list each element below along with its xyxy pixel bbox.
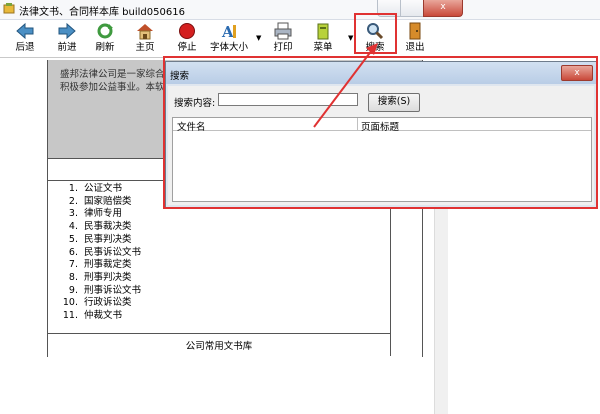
toc-item[interactable]: 11. 仲裁文书 xyxy=(58,310,141,323)
toc-number: 8. xyxy=(68,271,78,283)
stop-button[interactable]: 停止 xyxy=(170,20,204,56)
toc-number: 6. xyxy=(68,246,78,258)
toc-item[interactable]: 2. 国家赔偿类 xyxy=(58,196,141,209)
toc-item[interactable]: 10. 行政诉讼类 xyxy=(58,297,141,310)
toc-item[interactable]: 4. 民事裁决类 xyxy=(58,221,141,234)
exit-door-icon xyxy=(409,22,421,40)
back-button[interactable]: 后退 xyxy=(8,20,42,56)
home-icon xyxy=(137,24,153,40)
maximize-button[interactable] xyxy=(400,0,424,17)
toc-label: 国家赔偿类 xyxy=(84,195,132,207)
toc-item[interactable]: 6. 民事诉讼文书 xyxy=(58,247,141,260)
exit-label: 退出 xyxy=(405,42,425,53)
stop-icon xyxy=(179,23,195,39)
toc-item[interactable]: 9. 刑事诉讼文书 xyxy=(58,285,141,298)
toc-label: 律师专用 xyxy=(84,208,123,220)
print-label: 打印 xyxy=(273,42,293,53)
toc-label: 刑事裁定类 xyxy=(84,259,132,271)
toc-label: 民事诉讼文书 xyxy=(84,246,142,258)
back-label: 后退 xyxy=(15,42,35,53)
toolbar: 后退 前进 刷新 主页 停止 A 字体大小 ▼ 打印 菜单 ▼ 搜索 退出 xyxy=(0,20,600,56)
stop-label: 停止 xyxy=(177,42,197,53)
menu-label: 菜单 xyxy=(313,42,333,53)
back-arrow-icon xyxy=(16,22,34,40)
toc-item[interactable]: 1. 公证文书 xyxy=(58,183,141,196)
menu-button[interactable]: 菜单 xyxy=(306,20,340,56)
toc-number: 5. xyxy=(68,233,78,245)
document-footer: 公司常用文书库 xyxy=(48,332,391,356)
toc-label: 行政诉讼类 xyxy=(84,297,132,309)
home-button[interactable]: 主页 xyxy=(128,20,162,56)
toc-label: 公证文书 xyxy=(84,183,123,194)
toc-number: 7. xyxy=(68,259,78,271)
chevron-down-icon: ▼ xyxy=(256,34,262,42)
toc-list: 1. 公证文书 2. 国家赔偿类 3. 律师专用 4. 民事裁决类 5. 民事判决类 6.… xyxy=(58,183,141,323)
toc-label: 仲裁文书 xyxy=(84,310,123,322)
footer-text: 公司常用文书库 xyxy=(185,341,253,352)
close-icon: x xyxy=(440,2,446,12)
toc-number: 1. xyxy=(68,183,78,194)
printer-icon xyxy=(274,22,292,40)
search-button-highlight xyxy=(354,13,397,54)
refresh-label: 刷新 xyxy=(95,42,115,53)
font-size-icon: A xyxy=(221,23,236,40)
toc-number: 9. xyxy=(68,284,78,296)
toc-number: 11. xyxy=(62,310,78,322)
font-size-label: 字体大小 xyxy=(209,42,248,53)
menu-dropdown[interactable]: ▼ xyxy=(344,20,354,56)
forward-label: 前进 xyxy=(57,42,77,53)
search-dialog-highlight xyxy=(163,56,598,209)
toc-label: 刑事诉讼文书 xyxy=(84,284,142,296)
toc-item[interactable]: 3. 律师专用 xyxy=(58,208,141,221)
toc-number: 10. xyxy=(62,297,78,309)
window-title: 法律文书、合同样本库 build050616 xyxy=(19,7,185,18)
toc-label: 刑事判决类 xyxy=(84,271,132,283)
forward-arrow-icon xyxy=(58,22,76,40)
font-size-dropdown[interactable]: ▼ xyxy=(252,20,262,56)
toc-item[interactable]: 7. 刑事裁定类 xyxy=(58,259,141,272)
exit-button[interactable]: 退出 xyxy=(398,20,432,56)
refresh-button[interactable]: 刷新 xyxy=(88,20,122,56)
svg-text:A: A xyxy=(221,23,234,40)
app-icon xyxy=(3,3,15,14)
print-button[interactable]: 打印 xyxy=(266,20,300,56)
forward-button[interactable]: 前进 xyxy=(50,20,84,56)
close-button[interactable]: x xyxy=(423,0,463,17)
toc-number: 2. xyxy=(68,195,78,207)
font-size-button[interactable]: A 字体大小 xyxy=(208,20,250,56)
toc-item[interactable]: 5. 民事判决类 xyxy=(58,234,141,247)
home-label: 主页 xyxy=(135,42,155,53)
toc-label: 民事判决类 xyxy=(84,233,132,245)
toc-number: 4. xyxy=(68,221,78,233)
title-bar: 法律文书、合同样本库 build050616 x xyxy=(0,0,600,20)
toc-number: 3. xyxy=(68,208,78,220)
toc-label: 民事裁决类 xyxy=(84,221,132,233)
toc-item[interactable]: 8. 刑事判决类 xyxy=(58,272,141,285)
refresh-icon xyxy=(97,23,113,39)
chevron-down-icon: ▼ xyxy=(348,34,354,42)
menu-book-icon xyxy=(317,23,329,40)
